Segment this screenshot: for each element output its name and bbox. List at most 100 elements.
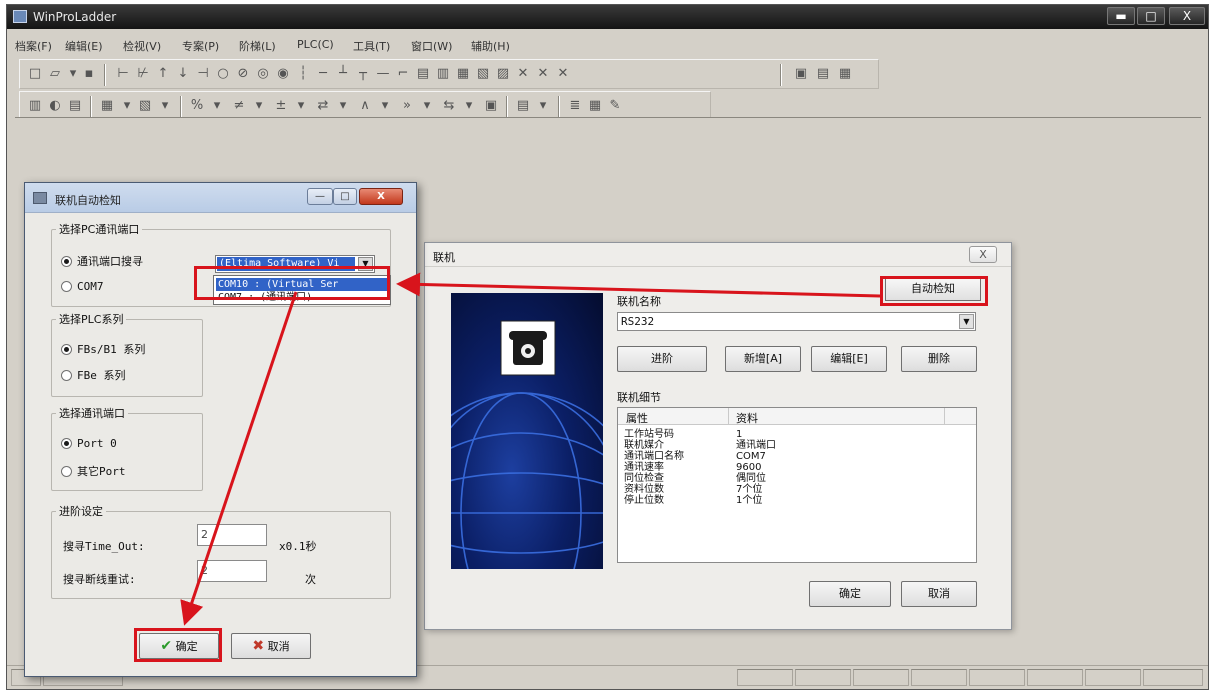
dropdown-arrow-icon[interactable]: ▾	[158, 99, 172, 112]
delete-branch-icon[interactable]: ✕	[556, 67, 570, 80]
flow-icon[interactable]: ▣	[484, 99, 498, 112]
offline-icon[interactable]: ▦	[838, 67, 852, 80]
edit-icon[interactable]: ✎	[608, 99, 622, 112]
status-cell	[737, 669, 793, 686]
dropdown-arrow-icon[interactable]: ▾	[336, 99, 350, 112]
register-icon[interactable]: ▨	[496, 67, 510, 80]
menu-ladder[interactable]: 阶梯(L)	[239, 38, 276, 54]
other-port-radio[interactable]: 其它Port	[61, 463, 126, 479]
line-icon[interactable]: —	[376, 67, 390, 80]
close-button[interactable]: X	[1169, 7, 1205, 25]
details-row: 通讯端口名称 COM7	[618, 451, 976, 462]
save-icon[interactable]: ▪	[82, 67, 96, 80]
dialog-close-button[interactable]: X	[359, 188, 403, 205]
set-coil-icon[interactable]: ◎	[256, 67, 270, 80]
logic-icon[interactable]: ∧	[358, 99, 372, 112]
column-header-property[interactable]: 属性	[626, 410, 648, 426]
dropdown-arrow-icon[interactable]: ▾	[536, 99, 550, 112]
grid-icon[interactable]: ▦	[588, 99, 602, 112]
online-icon[interactable]: ▤	[816, 67, 830, 80]
move-icon[interactable]: ⇄	[316, 99, 330, 112]
contact-down-icon[interactable]: ↓	[176, 67, 190, 80]
port-search-radio[interactable]: 通讯端口搜寻	[61, 253, 143, 269]
com7-radio[interactable]: COM7	[61, 280, 104, 293]
open-branch-icon[interactable]: ⊣	[196, 67, 210, 80]
math-icon[interactable]: ±	[274, 99, 288, 112]
timer-icon[interactable]: ▦	[456, 67, 470, 80]
port0-radio[interactable]: Port 0	[61, 437, 117, 450]
globe-graphic	[451, 320, 603, 569]
new-file-icon[interactable]: □	[28, 67, 42, 80]
delete-button[interactable]: 删除	[901, 346, 977, 372]
dropdown-arrow-icon[interactable]: ▾	[252, 99, 266, 112]
dropdown-arrow-icon[interactable]: ▾	[210, 99, 224, 112]
auto-detect-cancel-button[interactable]: ✖ 取消	[231, 633, 311, 659]
dropdown-arrow-icon[interactable]: ▾	[294, 99, 308, 112]
retry-input[interactable]: 2	[197, 560, 267, 582]
fbs-series-radio[interactable]: FBs/B1 系列	[61, 341, 145, 357]
io-icon[interactable]: ▦	[100, 99, 114, 112]
dialog-maximize-button[interactable]: □	[333, 188, 357, 205]
counter-icon[interactable]: ▧	[476, 67, 490, 80]
menu-window[interactable]: 窗口(W)	[411, 38, 452, 54]
branch-down-icon[interactable]: ┬	[356, 67, 370, 80]
link-details-list[interactable]: 属性 资料 工作站号码 1 联机媒介 通讯端口 通讯端口名称 COM7 通讯速率…	[617, 407, 977, 563]
link-ok-button[interactable]: 确定	[809, 581, 891, 607]
delete-vertical-icon[interactable]: ✕	[536, 67, 550, 80]
menu-view[interactable]: 检视(V)	[123, 38, 161, 54]
link-cancel-button[interactable]: 取消	[901, 581, 977, 607]
monitor-icon[interactable]: ▣	[794, 67, 808, 80]
chevron-down-icon[interactable]: ▼	[959, 314, 974, 329]
status-icon[interactable]: ◐	[48, 99, 62, 112]
edit-button[interactable]: 编辑[E]	[811, 346, 887, 372]
compare-icon[interactable]: ≠	[232, 99, 246, 112]
minimize-button[interactable]: ▬	[1107, 7, 1135, 25]
dropdown-arrow-icon[interactable]: ▾	[120, 99, 134, 112]
function-box-icon[interactable]: ▤	[416, 67, 430, 80]
dialog-minimize-button[interactable]: —	[307, 188, 333, 205]
add-button[interactable]: 新增[A]	[725, 346, 801, 372]
auto-detect-titlebar: 联机自动检知 — □ X	[25, 183, 416, 213]
percent-icon[interactable]: %	[190, 99, 204, 112]
contact-up-icon[interactable]: ↑	[156, 67, 170, 80]
dropdown-arrow-icon[interactable]: ▾	[420, 99, 434, 112]
dropdown-arrow-icon[interactable]: ▾	[462, 99, 476, 112]
maximize-button[interactable]: □	[1137, 7, 1165, 25]
vertical-link-icon[interactable]: ┆	[296, 67, 310, 80]
column-header-data[interactable]: 资料	[736, 410, 758, 426]
menu-plc[interactable]: PLC(C)	[297, 38, 334, 51]
contact-no-icon[interactable]: ⊢	[116, 67, 130, 80]
data-icon[interactable]: ▧	[138, 99, 152, 112]
menu-edit[interactable]: 编辑(E)	[65, 38, 103, 54]
table-icon[interactable]: ▥	[436, 67, 450, 80]
compile-icon[interactable]: ▤	[68, 99, 82, 112]
dropdown-arrow-icon[interactable]: ▾	[66, 67, 80, 80]
horizontal-link-icon[interactable]: ─	[316, 67, 330, 80]
link-dialog-close-button[interactable]: X	[969, 246, 997, 263]
not-icon[interactable]: ⌐	[396, 67, 410, 80]
advanced-button[interactable]: 进阶	[617, 346, 707, 372]
menu-file[interactable]: 档案(F)	[15, 38, 52, 54]
cancel-label: 取消	[267, 640, 290, 653]
shift-icon[interactable]: »	[400, 99, 414, 112]
convert-icon[interactable]: ⇆	[442, 99, 456, 112]
contact-nc-icon[interactable]: ⊬	[136, 67, 150, 80]
menu-help[interactable]: 辅助(H)	[471, 38, 510, 54]
menu-tools[interactable]: 工具(T)	[353, 38, 390, 54]
status-cell	[1143, 669, 1203, 686]
program-icon[interactable]: ▥	[28, 99, 42, 112]
dropdown-arrow-icon[interactable]: ▾	[378, 99, 392, 112]
special-icon[interactable]: ▤	[516, 99, 530, 112]
branch-up-icon[interactable]: ┴	[336, 67, 350, 80]
delete-icon[interactable]: ✕	[516, 67, 530, 80]
reset-coil-icon[interactable]: ◉	[276, 67, 290, 80]
open-folder-icon[interactable]: ▱	[48, 67, 62, 80]
link-name-select[interactable]: RS232 ▼	[617, 312, 976, 331]
inverse-coil-icon[interactable]: ⊘	[236, 67, 250, 80]
timeout-input[interactable]: 2	[197, 524, 267, 546]
list-icon[interactable]: ≣	[568, 99, 582, 112]
menu-project[interactable]: 专案(P)	[182, 38, 219, 54]
title-bar: WinProLadder ▬ □ X	[7, 5, 1208, 29]
fbe-series-radio[interactable]: FBe 系列	[61, 367, 126, 383]
output-coil-icon[interactable]: ○	[216, 67, 230, 80]
